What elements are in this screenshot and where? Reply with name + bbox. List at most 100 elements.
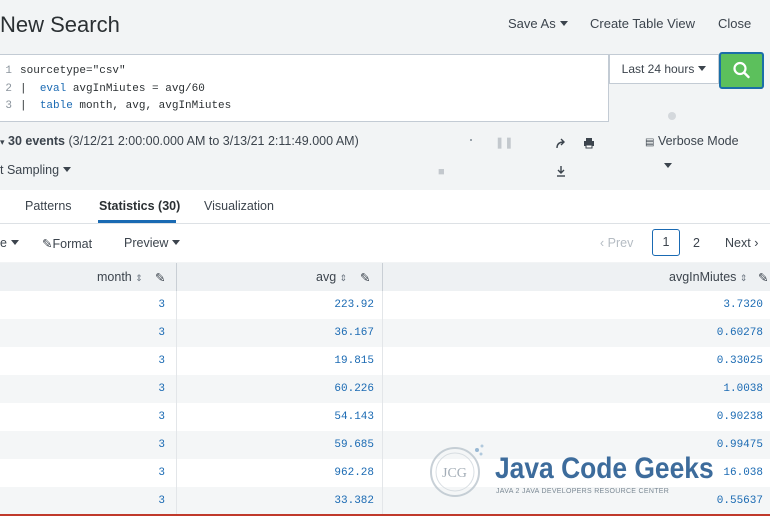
chevron-right-icon: › (754, 236, 759, 250)
tab-statistics[interactable]: Statistics (30) (99, 199, 180, 213)
search-mode-menu[interactable]: ▤ Verbose Mode (645, 134, 739, 148)
tab-visualization[interactable]: Visualization (204, 199, 274, 213)
sort-icon: ⇕ (739, 273, 748, 283)
column-divider (382, 459, 383, 487)
table-cell-avg[interactable]: 19.815 (334, 355, 374, 367)
table-cell-avginmiutes[interactable]: 16.038 (723, 467, 763, 479)
table-cell-avg[interactable]: 962.28 (334, 467, 374, 479)
save-as-menu[interactable]: Save As (508, 16, 568, 31)
column-divider (176, 459, 177, 487)
truncated-menu[interactable]: e (0, 236, 19, 250)
time-range-text: (3/12/21 2:00:00.000 AM to 3/13/21 2:11:… (68, 134, 359, 148)
table-cell-avginmiutes[interactable]: 0.33025 (717, 355, 763, 367)
share-icon[interactable] (554, 137, 568, 151)
column-divider (176, 431, 177, 459)
column-divider (382, 487, 383, 515)
table-cell-avg[interactable]: 33.382 (334, 495, 374, 507)
print-icon[interactable] (582, 136, 596, 150)
chevron-down-icon: ▾ (0, 137, 5, 147)
table-row[interactable]: 3 60.226 1.0038 (0, 375, 770, 403)
column-divider (382, 319, 383, 347)
stop-icon[interactable]: ■ (438, 166, 445, 178)
table-cell-avginmiutes[interactable]: 0.60278 (717, 327, 763, 339)
pipe: | (20, 100, 34, 112)
table-cell-avg[interactable]: 36.167 (334, 327, 374, 339)
search-icon (733, 61, 750, 79)
table-row[interactable]: 3 19.815 0.33025 (0, 347, 770, 375)
table-cell-month[interactable]: 3 (158, 411, 165, 423)
table-cell-avginmiutes[interactable]: 3.7320 (723, 299, 763, 311)
preview-menu[interactable]: Preview (124, 236, 181, 250)
query-line-2: | eval avgInMiutes = avg/60 (20, 83, 205, 95)
svg-text:JCG: JCG (442, 466, 467, 481)
command-args: avgInMiutes = avg/60 (66, 83, 205, 95)
column-divider (176, 375, 177, 403)
table-row[interactable]: 3 223.92 3.7320 (0, 291, 770, 319)
table-cell-month[interactable]: 3 (158, 439, 165, 451)
page-2-button[interactable]: 2 (693, 236, 700, 250)
search-query-editor[interactable]: 1 2 3 sourcetype="csv" | eval avgInMiute… (0, 54, 609, 122)
create-table-view-button[interactable]: Create Table View (590, 16, 695, 31)
pencil-icon[interactable]: ✎ (758, 270, 768, 285)
pipe: | (20, 83, 34, 95)
query-line-1: sourcetype="csv" (20, 65, 126, 77)
column-divider (176, 263, 177, 291)
search-button[interactable] (719, 52, 764, 89)
format-label: Format (52, 237, 93, 251)
table-cell-month[interactable]: 3 (158, 383, 165, 395)
command-keyword: table (39, 100, 73, 112)
table-cell-month[interactable]: 3 (158, 299, 165, 311)
chevron-down-icon (63, 167, 72, 172)
table-row[interactable]: 3 54.143 0.90238 (0, 403, 770, 431)
tab-patterns[interactable]: Patterns (25, 199, 72, 213)
time-range-picker[interactable]: Last 24 hours (609, 54, 719, 84)
table-cell-avginmiutes[interactable]: 0.99475 (717, 439, 763, 451)
table-cell-avg[interactable]: 59.685 (334, 439, 374, 451)
column-divider (382, 291, 383, 319)
event-count: 30 events (8, 134, 65, 148)
table-cell-month[interactable]: 3 (158, 355, 165, 367)
command-keyword: eval (39, 83, 67, 95)
table-cell-month[interactable]: 3 (158, 495, 165, 507)
column-label: month (97, 270, 132, 284)
chevron-down-icon (559, 21, 568, 26)
table-cell-avg[interactable]: 54.143 (334, 411, 374, 423)
table-cell-avg[interactable]: 223.92 (334, 299, 374, 311)
next-page-button[interactable]: Next › (725, 236, 758, 250)
close-button[interactable]: Close (718, 16, 751, 31)
pencil-icon[interactable]: ✎ (155, 270, 165, 285)
column-label: avg (316, 270, 337, 284)
sort-icon: ⇕ (135, 273, 143, 283)
line-number: 2 (5, 83, 12, 95)
table-cell-avginmiutes[interactable]: 0.55637 (717, 495, 763, 507)
column-divider (382, 347, 383, 375)
verbose-mode-icon: ▤ (645, 137, 655, 148)
column-divider (176, 319, 177, 347)
table-cell-avginmiutes[interactable]: 0.90238 (717, 411, 763, 423)
page-1-button[interactable]: 1 (652, 229, 680, 256)
column-divider (382, 375, 383, 403)
table-cell-avg[interactable]: 60.226 (334, 383, 374, 395)
table-cell-month[interactable]: 3 (158, 467, 165, 479)
line-number: 3 (5, 100, 12, 112)
format-button[interactable]: ✎Format (42, 236, 92, 251)
column-divider (382, 263, 383, 291)
sampling-menu[interactable]: t Sampling (0, 163, 72, 177)
column-divider (176, 487, 177, 515)
table-row[interactable]: 3 36.167 0.60278 (0, 319, 770, 347)
chevron-down-icon[interactable] (664, 157, 672, 175)
chevron-down-icon (172, 240, 181, 245)
prev-page-button[interactable]: ‹ Prev (600, 236, 633, 250)
column-divider (382, 403, 383, 431)
column-header-avg[interactable]: avg ⇕ (316, 270, 347, 284)
watermark-name: Java Code Geeks (495, 452, 714, 485)
watermark-tagline: JAVA 2 JAVA DEVELOPERS RESOURCE CENTER (496, 488, 670, 495)
column-header-avginmiutes[interactable]: avgInMiutes ⇕ (669, 270, 747, 284)
table-cell-month[interactable]: 3 (158, 327, 165, 339)
export-icon[interactable] (554, 164, 568, 178)
sort-icon: ⇕ (339, 273, 348, 283)
pause-icon[interactable]: ❚❚ (495, 136, 513, 149)
pencil-icon[interactable]: ✎ (360, 270, 370, 285)
column-header-month[interactable]: month ⇕ (97, 270, 143, 284)
table-cell-avginmiutes[interactable]: 1.0038 (723, 383, 763, 395)
